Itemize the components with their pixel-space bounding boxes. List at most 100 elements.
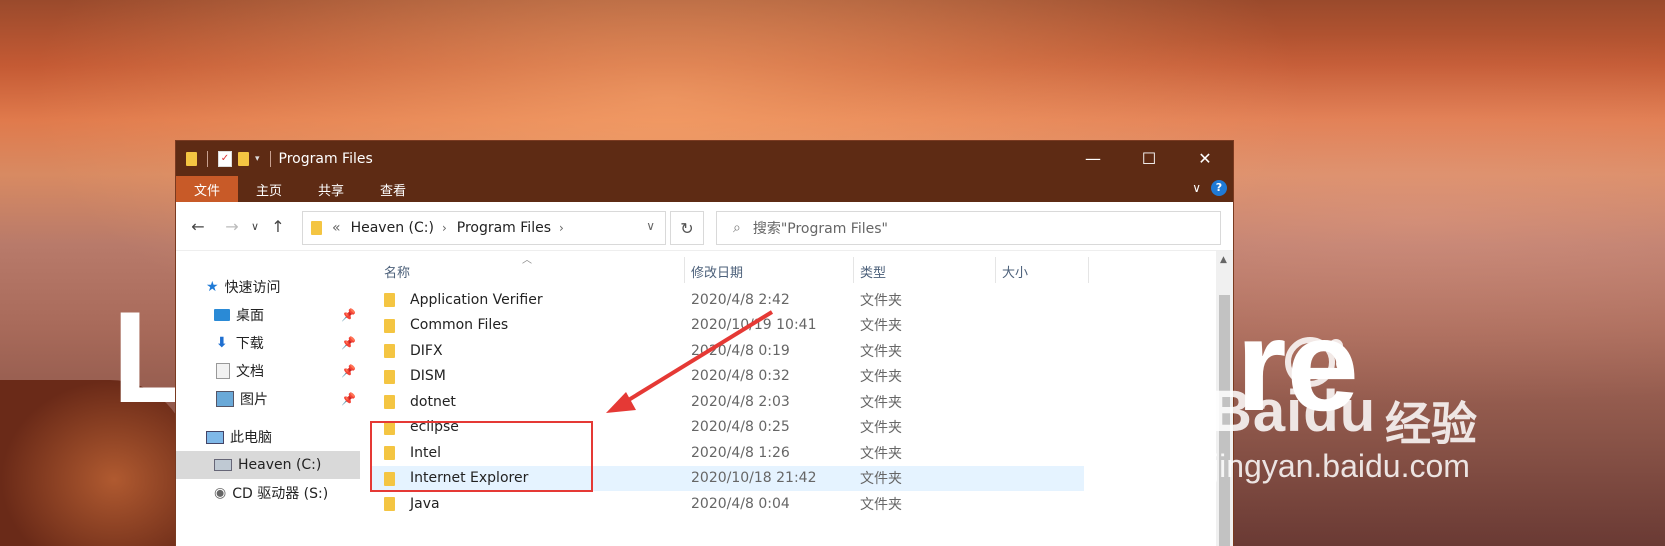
column-divider[interactable] xyxy=(995,257,996,283)
folder-icon xyxy=(384,369,395,384)
pin-icon[interactable]: 📌 xyxy=(341,392,356,406)
nav-label: 快速访问 xyxy=(224,280,281,296)
desktop-icon xyxy=(214,309,230,321)
tab-home[interactable]: 主页 xyxy=(238,176,300,202)
folder-icon xyxy=(186,151,197,166)
file-row[interactable]: dotnet 2020/4/8 2:03 文件夹 xyxy=(372,389,1224,415)
divider xyxy=(207,150,208,167)
folder-icon xyxy=(384,497,395,511)
breadcrumb-overflow[interactable]: « xyxy=(332,220,341,236)
file-date: 2020/10/19 10:41 xyxy=(691,317,817,334)
file-date: 2020/4/8 0:19 xyxy=(691,342,790,359)
back-arrow-icon[interactable]: ← xyxy=(186,217,210,236)
nav-item-pictures[interactable]: 图片 📌 xyxy=(176,385,360,413)
tab-share[interactable]: 共享 xyxy=(300,176,362,202)
title-bar[interactable]: ✓ ▾ Program Files — ☐ ✕ xyxy=(176,141,1233,176)
folder-icon xyxy=(384,293,395,307)
maximize-button[interactable]: ☐ xyxy=(1121,141,1177,176)
column-name[interactable]: 名称 xyxy=(384,262,410,281)
file-name: dotnet xyxy=(410,393,456,410)
search-placeholder: 搜索"Program Files" xyxy=(752,221,888,237)
folder-icon xyxy=(384,344,395,358)
column-type[interactable]: 类型 xyxy=(860,262,886,281)
close-button[interactable]: ✕ xyxy=(1177,141,1233,176)
nav-quick-access[interactable]: ★ 快速访问 xyxy=(176,273,360,301)
nav-label: CD 驱动器 (S:) xyxy=(232,486,329,502)
column-modified[interactable]: 修改日期 xyxy=(691,262,743,281)
forward-arrow-icon[interactable]: → xyxy=(220,217,244,236)
breadcrumb-separator-icon[interactable]: › xyxy=(559,221,564,235)
nav-drive-cd[interactable]: ◉ CD 驱动器 (S:) xyxy=(176,479,360,507)
nav-label: 下载 xyxy=(235,336,264,352)
navigation-bar: ← → ∨ ↑ « Heaven (C:) › Program Files › … xyxy=(176,202,1233,251)
file-row[interactable]: DIFX 2020/4/8 0:19 文件夹 xyxy=(372,338,1224,364)
address-bar[interactable]: « Heaven (C:) › Program Files › ∨ xyxy=(302,211,666,245)
folder-icon xyxy=(311,221,322,235)
sort-ascending-icon: ︿ xyxy=(522,255,532,266)
computer-icon xyxy=(206,430,224,444)
recent-locations-chevron-icon[interactable]: ∨ xyxy=(248,220,262,233)
folder-icon xyxy=(384,395,395,409)
watermark-brand-right: du xyxy=(1303,379,1377,444)
document-icon xyxy=(216,363,230,379)
file-type: 文件夹 xyxy=(860,496,902,513)
column-divider[interactable] xyxy=(684,257,685,283)
nav-label: 图片 xyxy=(240,392,268,408)
up-arrow-icon[interactable]: ↑ xyxy=(266,217,290,236)
breadcrumb-separator-icon[interactable]: › xyxy=(442,221,447,235)
nav-label: Heaven (C:) xyxy=(238,457,322,473)
file-row[interactable]: Common Files 2020/10/19 10:41 文件夹 xyxy=(372,313,1224,339)
folder-icon xyxy=(384,318,395,333)
explorer-window: ✓ ▾ Program Files — ☐ ✕ 文件 主页 共享 查看 ∨ ? … xyxy=(176,141,1233,546)
pin-icon[interactable]: 📌 xyxy=(341,308,356,322)
refresh-button[interactable]: ↻ xyxy=(670,211,704,245)
file-row[interactable]: Java 2020/4/8 0:04 文件夹 xyxy=(372,491,1224,517)
nav-label: 此电脑 xyxy=(230,430,272,446)
nav-this-pc[interactable]: 此电脑 xyxy=(176,423,360,451)
customize-toolbar-icon[interactable]: ▾ xyxy=(255,154,260,164)
nav-label: 文档 xyxy=(236,364,264,380)
nav-drive-c[interactable]: Heaven (C:) xyxy=(176,451,360,479)
file-row[interactable]: Application Verifier 2020/4/8 2:42 文件夹 xyxy=(372,287,1224,313)
file-date: 2020/4/8 0:25 xyxy=(691,419,790,436)
expand-ribbon-chevron-icon[interactable]: ∨ xyxy=(1192,181,1201,195)
breadcrumb-drive[interactable]: Heaven (C:) xyxy=(351,220,434,236)
annotation-highlight-box xyxy=(370,421,593,492)
tab-file[interactable]: 文件 xyxy=(176,176,239,202)
drive-icon xyxy=(214,459,232,471)
file-type: 文件夹 xyxy=(860,445,902,462)
file-date: 2020/10/18 21:42 xyxy=(691,470,817,487)
file-name: Application Verifier xyxy=(410,291,543,308)
column-divider[interactable] xyxy=(1088,257,1089,283)
scroll-up-icon[interactable]: ▲ xyxy=(1220,255,1227,265)
file-name: DIFX xyxy=(410,342,443,359)
file-date: 2020/4/8 0:04 xyxy=(691,495,790,512)
pin-icon[interactable]: 📌 xyxy=(341,364,356,378)
file-row[interactable]: DISM 2020/4/8 0:32 文件夹 xyxy=(372,364,1224,390)
file-type: 文件夹 xyxy=(860,471,902,488)
ribbon-tabs: 文件 主页 共享 查看 ∨ ? xyxy=(176,176,1233,202)
file-type: 文件夹 xyxy=(860,343,902,360)
tab-view[interactable]: 查看 xyxy=(362,176,424,202)
column-size[interactable]: 大小 xyxy=(1002,262,1028,281)
picture-icon xyxy=(216,391,234,407)
minimize-button[interactable]: — xyxy=(1065,141,1121,176)
nav-item-documents[interactable]: 文档 📌 xyxy=(176,357,360,385)
file-date: 2020/4/8 1:26 xyxy=(691,444,790,461)
properties-icon[interactable]: ✓ xyxy=(218,150,232,167)
search-box[interactable]: ⌕ 搜索"Program Files" xyxy=(716,211,1221,245)
address-dropdown-chevron-icon[interactable]: ∨ xyxy=(646,219,655,233)
cd-drive-icon: ◉ xyxy=(214,485,227,501)
nav-item-downloads[interactable]: ⬇ 下载 📌 xyxy=(176,329,360,357)
file-type: 文件夹 xyxy=(860,292,902,309)
file-name: Common Files xyxy=(410,317,509,334)
pin-icon[interactable]: 📌 xyxy=(341,336,356,350)
column-header: 名称 ︿ 修改日期 类型 大小 xyxy=(372,251,1224,287)
help-icon[interactable]: ? xyxy=(1211,180,1227,196)
column-divider[interactable] xyxy=(853,257,854,283)
nav-item-desktop[interactable]: 桌面 📌 xyxy=(176,301,360,329)
new-folder-icon[interactable] xyxy=(238,151,249,166)
file-type: 文件夹 xyxy=(860,318,902,335)
file-date: 2020/4/8 0:32 xyxy=(691,368,790,385)
breadcrumb-folder[interactable]: Program Files xyxy=(457,220,551,236)
